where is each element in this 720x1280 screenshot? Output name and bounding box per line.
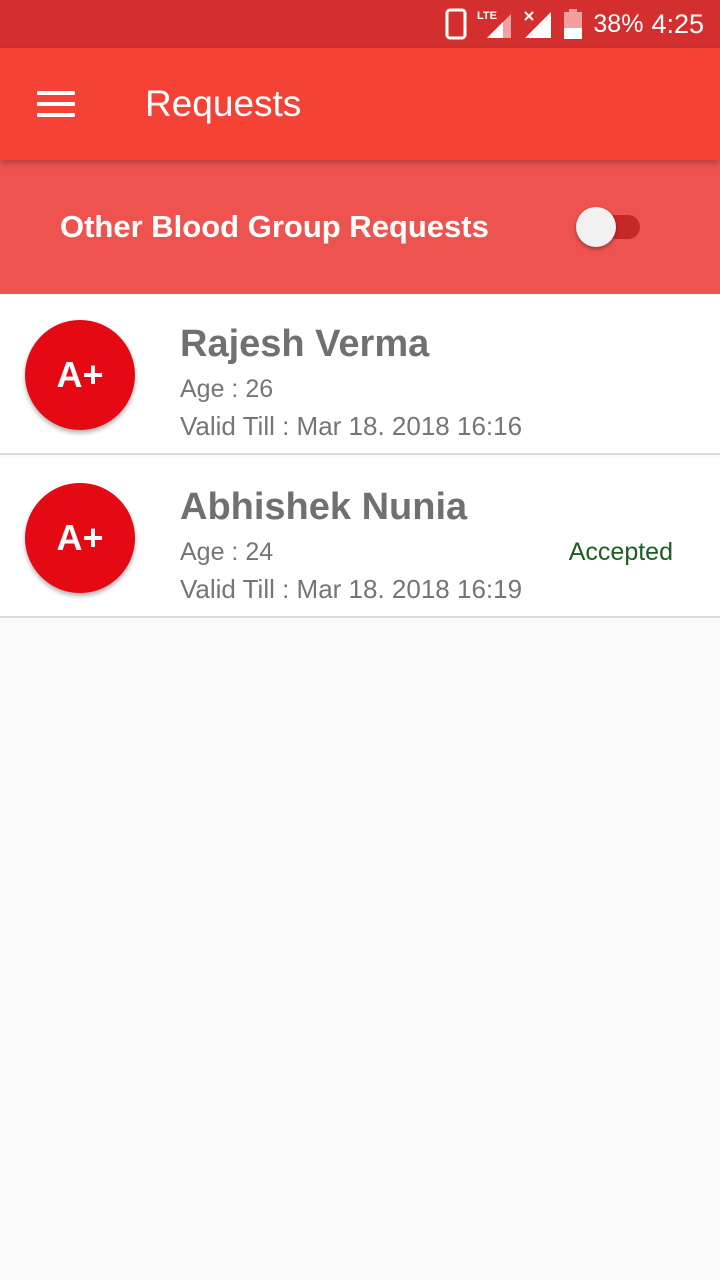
valid-till: Valid Till : Mar 18. 2018 16:19 — [180, 574, 523, 604]
requester-age: Age : 26 — [180, 375, 274, 403]
blood-group-avatar: A+ — [25, 483, 135, 593]
phone-icon — [445, 8, 467, 40]
request-card[interactable]: A+ Abhishek Nunia Age : 24 Valid Till : … — [0, 458, 720, 618]
valid-till: Valid Till : Mar 18. 2018 16:16 — [180, 411, 523, 441]
battery-percent: 38% — [593, 9, 644, 38]
requester-age: Age : 24 — [180, 538, 274, 566]
blood-group-avatar: A+ — [25, 320, 135, 430]
hamburger-menu-icon[interactable] — [0, 48, 112, 160]
requester-name: Rajesh Verma — [180, 323, 430, 365]
filter-bar: Other Blood Group Requests — [0, 160, 720, 294]
filter-label: Other Blood Group Requests — [60, 209, 489, 244]
clock: 4:25 — [651, 8, 704, 39]
battery-icon — [563, 8, 583, 40]
requester-name: Abhishek Nunia — [180, 486, 468, 528]
page-title: Requests — [145, 83, 302, 124]
request-card[interactable]: A+ Rajesh Verma Age : 26 Valid Till : Ma… — [0, 295, 720, 455]
status-bar: LTE 38% 4:25 — [0, 0, 720, 48]
toolbar: Requests — [0, 48, 720, 160]
request-status: Accepted — [568, 538, 673, 566]
lte-signal-icon: LTE — [477, 8, 513, 40]
toggle-thumb[interactable] — [576, 207, 616, 247]
no-signal-icon — [523, 8, 553, 40]
svg-text:LTE: LTE — [477, 10, 497, 22]
other-blood-group-toggle[interactable] — [576, 207, 642, 247]
request-list: A+ Rajesh Verma Age : 26 Valid Till : Ma… — [0, 295, 720, 621]
